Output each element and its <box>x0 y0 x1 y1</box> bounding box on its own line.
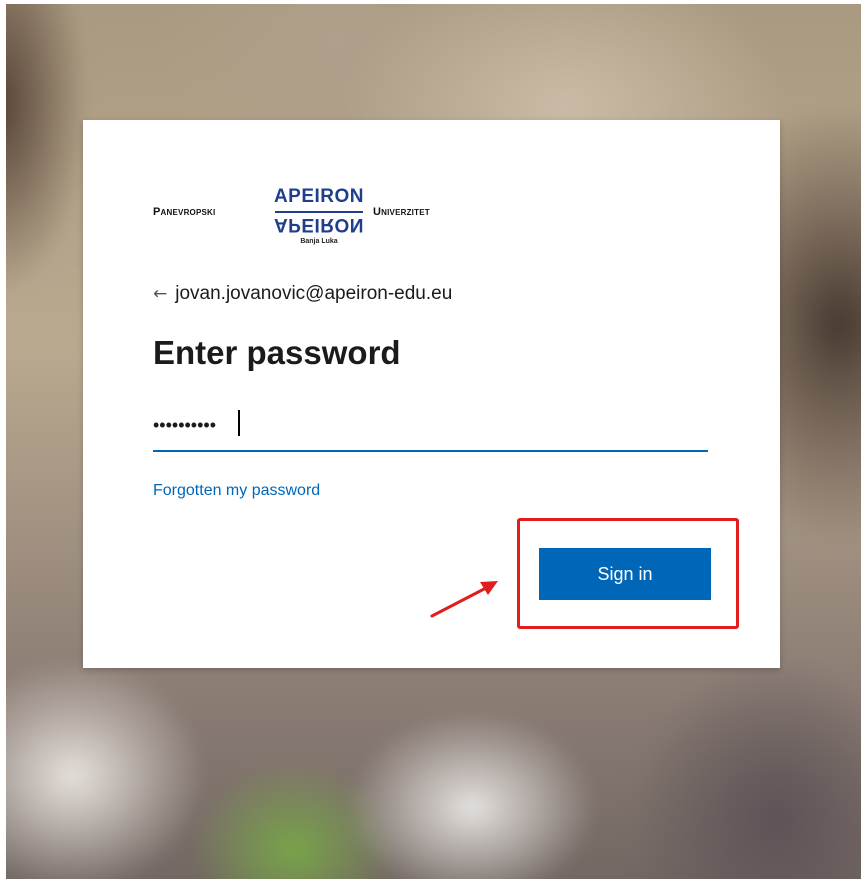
password-field-wrapper <box>153 402 708 452</box>
identity-banner[interactable]: ← jovan.jovanovic@apeiron-edu.eu <box>153 283 452 305</box>
logo-right-word: Univerzitet <box>373 206 430 218</box>
text-caret <box>238 410 240 436</box>
left-edge <box>0 0 6 879</box>
logo-left-word: Panevropski <box>153 206 216 218</box>
password-input[interactable] <box>153 408 708 442</box>
logo-brand-top: APEIRON <box>273 186 365 207</box>
sign-in-button[interactable]: Sign in <box>539 548 711 600</box>
page-background: Panevropski APEIRON APEIRON Banja Luka U… <box>0 0 861 879</box>
top-edge <box>0 0 861 4</box>
logo-brand-mirrored: APEIRON <box>273 214 365 235</box>
forgot-password-link[interactable]: Forgotten my password <box>153 482 320 500</box>
account-email: jovan.jovanovic@apeiron-edu.eu <box>175 283 453 304</box>
back-arrow-icon[interactable]: ← <box>153 284 167 304</box>
logo-city: Banja Luka <box>300 238 338 245</box>
sign-in-card: Panevropski APEIRON APEIRON Banja Luka U… <box>83 120 780 668</box>
page-title: Enter password <box>153 334 401 371</box>
logo-emblem: APEIRON APEIRON Banja Luka <box>271 186 367 246</box>
university-logo: Panevropski APEIRON APEIRON Banja Luka U… <box>153 168 513 246</box>
